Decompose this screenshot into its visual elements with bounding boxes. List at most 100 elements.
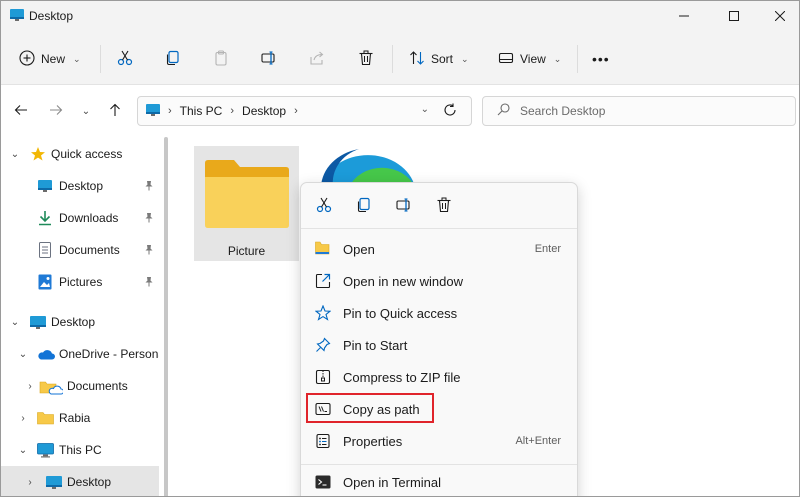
file-explorer-window: Desktop New ⌄ Sort ⌄ View ⌄ ••• ⌄ › This… (0, 0, 800, 497)
nav-item-label: This PC (59, 443, 102, 457)
nav-item-onedrive[interactable]: ⌄ OneDrive - Persona (1, 338, 159, 370)
sort-button[interactable]: Sort ⌄ (409, 45, 469, 73)
menu-item-pin-quick-access[interactable]: Pin to Quick access (305, 298, 573, 328)
more-icon: ••• (592, 51, 610, 67)
menu-item-label: Pin to Start (343, 337, 408, 353)
address-row: ⌄ › This PC › Desktop › ⌄ Search Desktop (1, 85, 799, 137)
chevron-down-icon: ⌄ (553, 53, 562, 64)
nav-item-label: Documents (59, 243, 120, 257)
navigation-pane: ⌄ Quick access Desktop Downloads Documen… (1, 137, 169, 496)
nav-item-label: Documents (67, 379, 128, 393)
chevron-right-icon[interactable]: › (24, 477, 36, 488)
view-button[interactable]: View ⌄ (498, 45, 561, 73)
properties-icon (315, 433, 331, 452)
desktop-icon (146, 103, 160, 119)
menu-item-compress-zip[interactable]: Compress to ZIP file (305, 362, 573, 392)
navigation-scrollbar[interactable] (164, 137, 168, 496)
nav-item-desktop-root[interactable]: ⌄ Desktop (1, 306, 159, 338)
search-input[interactable]: Search Desktop (482, 96, 796, 126)
menu-divider (301, 464, 577, 465)
cut-button[interactable] (313, 195, 335, 217)
pin-icon (144, 244, 154, 258)
open-new-window-icon (315, 273, 331, 292)
chevron-down-icon[interactable]: ⌄ (17, 349, 29, 360)
menu-item-pin-to-start[interactable]: Pin to Start (305, 330, 573, 360)
chevron-down-icon: ⌄ (81, 105, 91, 117)
rename-button[interactable] (393, 195, 415, 217)
nav-item-label: Rabia (59, 411, 91, 425)
menu-item-properties[interactable]: Properties Alt+Enter (305, 426, 573, 456)
desktop-icon (38, 180, 52, 195)
rename-icon (396, 197, 412, 216)
picture-icon (38, 274, 52, 293)
trash-icon (436, 197, 452, 216)
delete-button[interactable] (433, 195, 455, 217)
zip-folder-icon (315, 369, 331, 388)
chevron-down-icon: ⌄ (73, 53, 81, 64)
cut-button[interactable] (117, 45, 133, 73)
nav-item-desktop[interactable]: Desktop (1, 170, 159, 202)
copy-button[interactable] (353, 195, 375, 217)
refresh-icon[interactable] (443, 103, 457, 120)
pin-icon (144, 276, 154, 290)
folder-cloud-icon (39, 379, 64, 398)
nav-item-this-pc-desktop[interactable]: › Desktop (1, 466, 159, 496)
breadcrumb-this-pc[interactable]: This PC (180, 104, 223, 118)
nav-item-onedrive-documents[interactable]: › Documents (1, 370, 159, 402)
nav-item-rabia[interactable]: › Rabia (1, 402, 159, 434)
minimize-button[interactable] (661, 1, 707, 31)
search-placeholder: Search Desktop (520, 104, 606, 118)
menu-item-open-new-window[interactable]: Open in new window (305, 266, 573, 296)
paste-button[interactable] (213, 45, 229, 73)
nav-item-label: Pictures (59, 275, 103, 289)
chevron-down-icon[interactable]: ⌄ (9, 149, 21, 160)
copy-button[interactable] (165, 45, 181, 73)
nav-item-pictures[interactable]: Pictures (1, 266, 159, 298)
chevron-down-icon[interactable]: ⌄ (9, 317, 21, 328)
desktop-icon (10, 9, 24, 24)
chevron-right-icon[interactable]: › (24, 381, 36, 392)
nav-item-label: OneDrive - Persona (59, 347, 159, 361)
maximize-button[interactable] (711, 1, 757, 31)
context-menu-quick-actions (301, 183, 577, 229)
up-button[interactable] (105, 101, 125, 121)
clipboard-icon (213, 49, 229, 69)
back-button[interactable] (11, 101, 31, 121)
breadcrumb-chevron-icon: › (294, 105, 298, 117)
download-icon (38, 210, 52, 229)
menu-item-open-terminal[interactable]: Open in Terminal (305, 467, 573, 496)
desktop-icon (46, 476, 62, 492)
chevron-down-icon: ⌄ (461, 53, 469, 64)
forward-button[interactable] (46, 101, 66, 121)
share-icon (309, 50, 325, 69)
arrow-left-icon (14, 103, 28, 120)
nav-item-downloads[interactable]: Downloads (1, 202, 159, 234)
breadcrumb-desktop[interactable]: Desktop (242, 104, 286, 118)
window-title: Desktop (29, 9, 74, 23)
chevron-down-icon[interactable]: ⌄ (17, 445, 29, 456)
menu-item-open[interactable]: Open Enter (305, 234, 573, 264)
sort-icon (409, 50, 425, 69)
recent-locations-button[interactable]: ⌄ (76, 101, 96, 121)
plus-circle-icon (19, 49, 35, 69)
pin-icon (315, 337, 331, 356)
close-button[interactable] (757, 1, 799, 31)
more-options-button[interactable]: ••• (592, 45, 610, 73)
delete-button[interactable] (358, 45, 374, 73)
share-button[interactable] (309, 45, 325, 73)
new-button[interactable]: New ⌄ (19, 45, 81, 73)
nav-item-documents[interactable]: Documents (1, 234, 159, 266)
toolbar-divider (577, 45, 578, 73)
rename-button[interactable] (261, 45, 277, 73)
scissors-icon (316, 197, 332, 216)
trash-icon (358, 50, 374, 69)
view-icon (498, 50, 514, 69)
address-dropdown-icon[interactable]: ⌄ (421, 104, 429, 115)
address-bar[interactable]: › This PC › Desktop › ⌄ (137, 96, 472, 126)
nav-item-this-pc[interactable]: ⌄ This PC (1, 434, 159, 466)
chevron-right-icon[interactable]: › (17, 413, 29, 424)
command-bar: New ⌄ Sort ⌄ View ⌄ ••• (1, 31, 799, 85)
folder-item-picture[interactable]: Picture (194, 146, 299, 261)
sort-label: Sort (431, 52, 454, 66)
nav-item-quick-access[interactable]: ⌄ Quick access (1, 138, 159, 170)
